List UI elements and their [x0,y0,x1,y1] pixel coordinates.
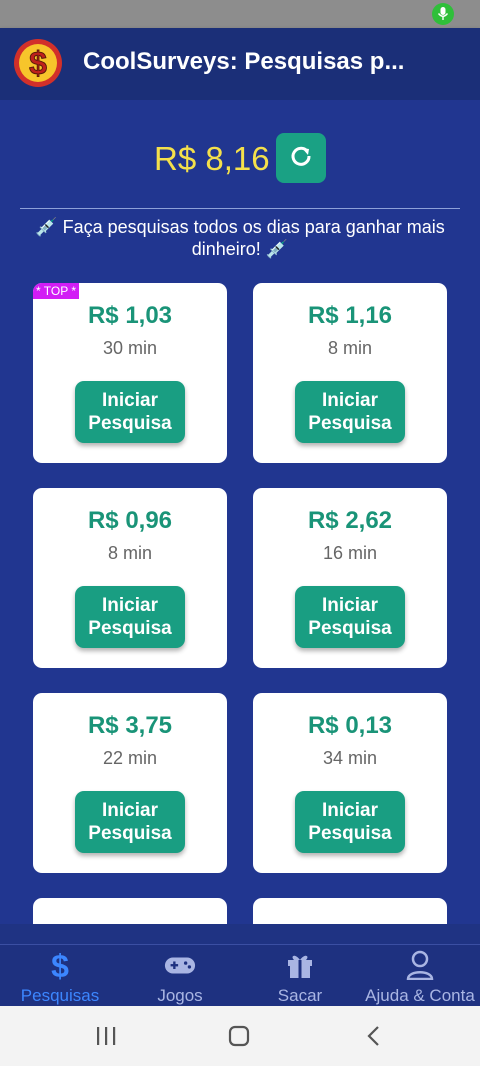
start-survey-button[interactable]: Iniciar Pesquisa [75,586,185,648]
recent-apps-icon[interactable] [94,1026,118,1046]
survey-duration: 8 min [107,543,152,563]
system-navigation-bar [0,1006,480,1066]
promo-message: 💉 Faça pesquisas todos os dias para ganh… [35,217,445,259]
survey-duration: 34 min [322,748,378,768]
start-survey-button[interactable]: Iniciar Pesquisa [295,791,405,853]
start-survey-button[interactable]: Iniciar Pesquisa [75,791,185,853]
gift-icon [284,949,316,981]
refresh-button[interactable] [276,133,326,183]
bottom-navigation: $ Pesquisas Jogos Sacar Ajuda & Conta [0,944,480,1007]
survey-duration: 22 min [102,748,158,768]
survey-price: R$ 0,13 [307,712,393,739]
survey-card[interactable]: R$ 1,16 8 min Iniciar Pesquisa [253,283,447,463]
nav-item-sacar[interactable]: Sacar [240,945,360,1007]
start-survey-button[interactable]: Iniciar Pesquisa [295,586,405,648]
survey-card[interactable]: R$ 3,75 22 min Iniciar Pesquisa [33,693,227,873]
survey-price: R$ 0,96 [87,507,173,534]
svg-text:$: $ [29,45,47,81]
survey-price: R$ 1,03 [87,302,173,329]
app-bar: $ CoolSurveys: Pesquisas p... [0,28,480,100]
nav-item-pesquisas[interactable]: $ Pesquisas [0,945,120,1007]
survey-duration: 30 min [102,338,158,358]
survey-card[interactable]: * TOP * R$ 1,03 30 min Iniciar Pesquisa [33,283,227,463]
survey-card-partial[interactable] [253,898,447,924]
survey-price: R$ 3,75 [87,712,173,739]
status-bar [0,0,480,28]
back-icon[interactable] [365,1025,383,1047]
survey-card[interactable]: R$ 2,62 16 min Iniciar Pesquisa [253,488,447,668]
divider [20,208,460,209]
user-icon [404,949,436,981]
top-badge: * TOP * [33,283,80,299]
home-icon[interactable] [228,1025,250,1047]
start-survey-button[interactable]: Iniciar Pesquisa [75,381,185,443]
survey-duration: 8 min [327,338,372,358]
nav-item-jogos[interactable]: Jogos [120,945,240,1007]
survey-duration: 16 min [322,543,378,563]
nav-label: Sacar [277,986,323,1005]
gamepad-icon [164,949,196,981]
refresh-icon [289,144,313,173]
survey-price: R$ 2,62 [307,507,393,534]
balance-amount: R$ 8,16 [154,140,270,177]
svg-text:$: $ [51,949,69,981]
dollar-icon: $ [44,949,76,981]
survey-list-screen[interactable]: R$ 8,16 💉 Faça pesquisas todos os dias p… [0,100,480,924]
app-title: CoolSurveys: Pesquisas p... [83,48,405,75]
nav-item-ajuda-conta[interactable]: Ajuda & Conta [360,945,480,1007]
app-logo-icon: $ [13,38,63,88]
survey-card[interactable]: R$ 0,96 8 min Iniciar Pesquisa [33,488,227,668]
nav-label: Jogos [157,986,203,1005]
nav-label: Ajuda & Conta [365,986,475,1005]
survey-card-partial[interactable] [33,898,227,924]
start-survey-button[interactable]: Iniciar Pesquisa [295,381,405,443]
microphone-icon [432,3,454,25]
nav-label: Pesquisas [20,986,100,1005]
survey-card[interactable]: R$ 0,13 34 min Iniciar Pesquisa [253,693,447,873]
survey-price: R$ 1,16 [307,302,393,329]
